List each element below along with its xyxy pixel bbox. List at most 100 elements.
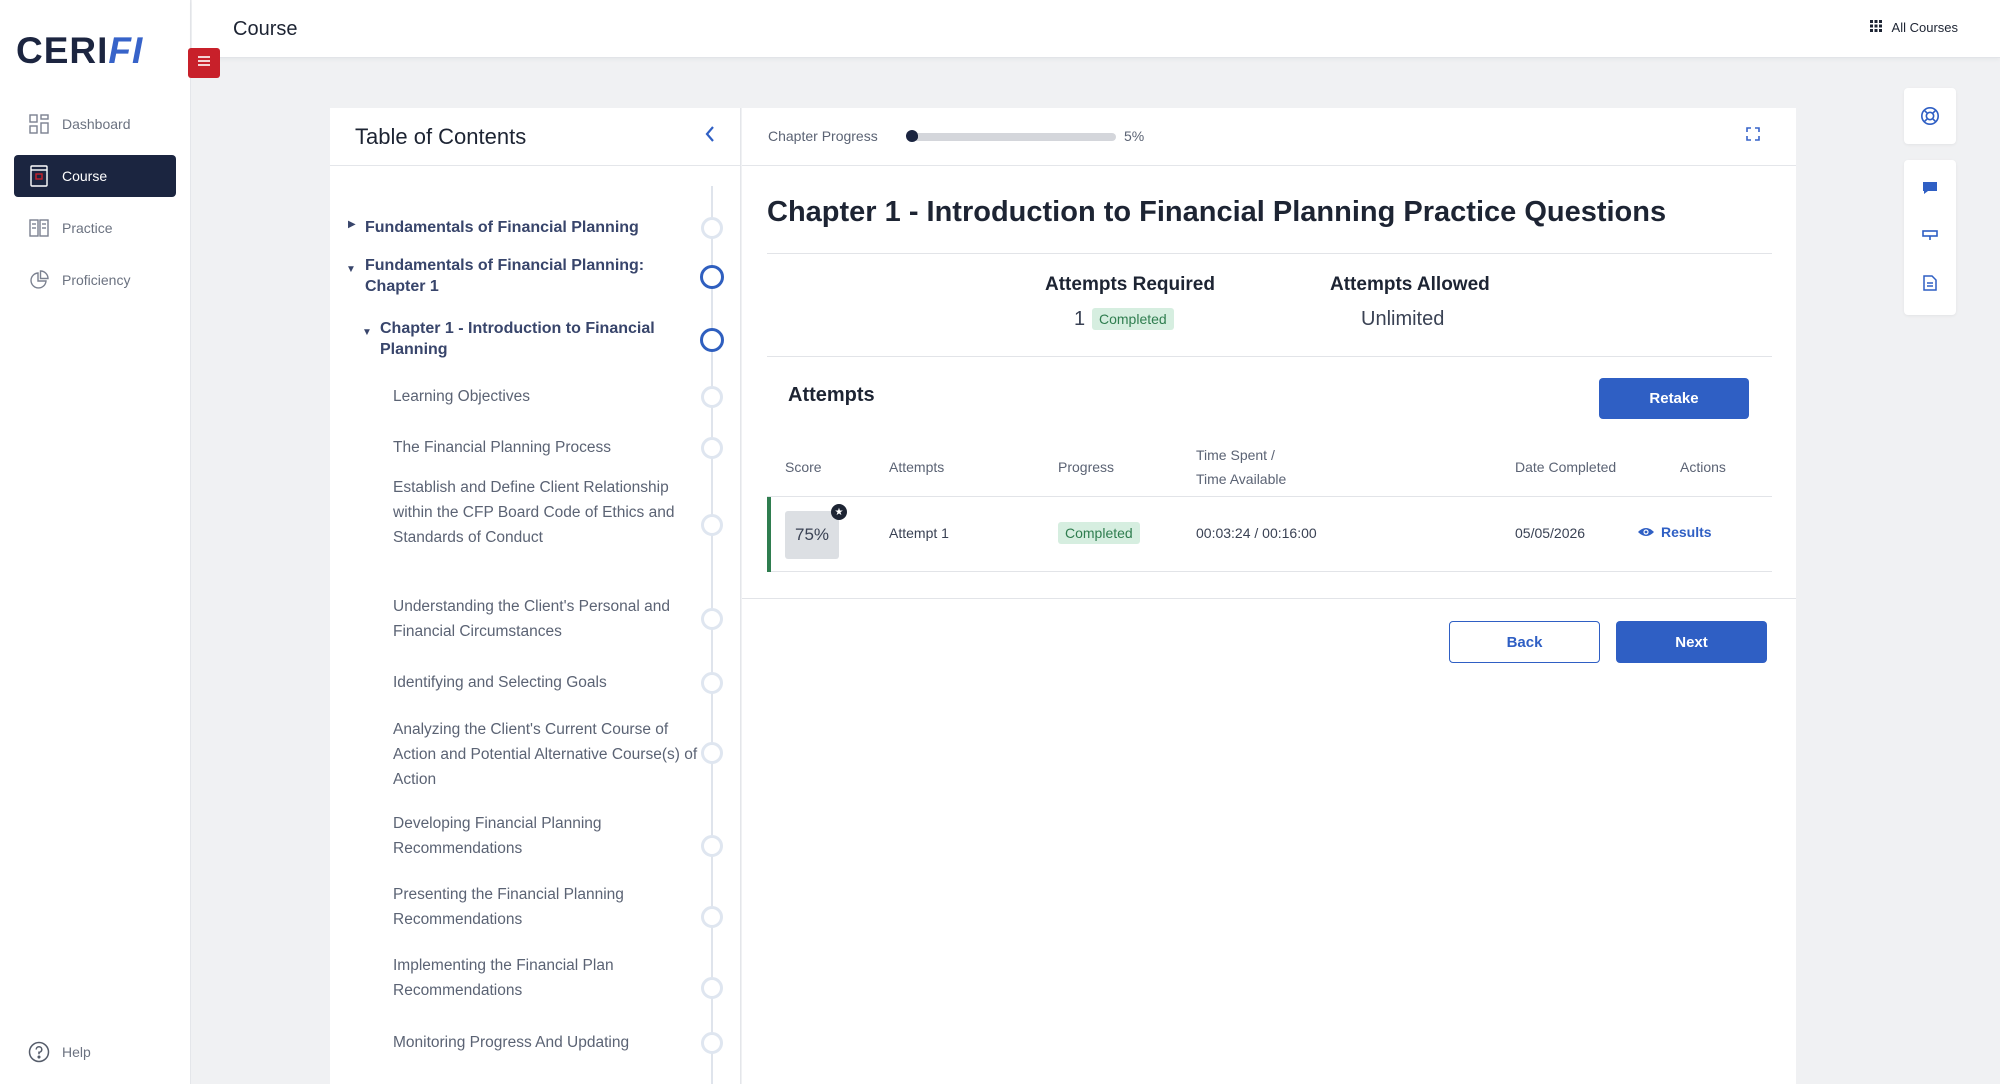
status-circle-icon — [701, 1032, 723, 1054]
toc-item[interactable]: ▼ Chapter 1 - Introduction to Financial … — [330, 318, 740, 364]
column-header-date-completed: Date Completed — [1515, 459, 1617, 475]
toc-item-label: Monitoring Progress And Updating — [393, 1034, 630, 1051]
results-link[interactable]: Results — [1637, 524, 1712, 540]
attempts-required-label: Attempts Required — [1045, 274, 1215, 295]
attempts-allowed-value: Unlimited — [1361, 308, 1445, 330]
toc-item-label: Fundamentals of Financial Planning — [365, 219, 639, 236]
next-button[interactable]: Next — [1616, 621, 1767, 663]
retake-button[interactable]: Retake — [1599, 378, 1749, 419]
chat-icon[interactable] — [1920, 178, 1940, 198]
attempt-name: Attempt 1 — [889, 525, 949, 541]
toc-title: Table of Contents — [355, 123, 527, 149]
caret-down-icon: ▼ — [362, 327, 372, 338]
sidebar-item-dashboard[interactable]: Dashboard — [14, 103, 176, 145]
sidebar-item-label: Dashboard — [62, 116, 131, 132]
sidebar-item-label: Proficiency — [62, 272, 131, 288]
top-bar: Course All Courses — [192, 0, 2000, 58]
progress-status-badge: Completed — [1058, 522, 1140, 544]
status-circle-icon — [701, 742, 723, 764]
toc-item[interactable]: Presenting the Financial Planning Recomm… — [330, 880, 740, 934]
help-link[interactable]: Help — [28, 1041, 91, 1063]
toc-item-label: Fundamentals of Financial Planning: Chap… — [365, 257, 645, 295]
table-row: 75% ★ Attempt 1 Completed 00:03:24 / 00:… — [767, 497, 1772, 572]
expand-button[interactable] — [1746, 127, 1760, 145]
caret-down-icon: ▼ — [346, 264, 356, 275]
time-spent-value: 00:03:24 / 00:16:00 — [1196, 525, 1317, 541]
page-title: Course — [233, 18, 298, 40]
toc-item[interactable]: Understanding the Client's Personal and … — [330, 592, 740, 646]
book-icon — [28, 165, 50, 187]
status-circle-icon — [701, 977, 723, 999]
expand-icon — [1746, 127, 1760, 141]
pie-chart-icon — [28, 269, 50, 291]
chapter-title: Chapter 1 - Introduction to Financial Pl… — [767, 196, 1667, 228]
collapse-toc-button[interactable] — [704, 125, 716, 148]
status-circle-icon — [701, 386, 723, 408]
star-icon: ★ — [831, 504, 847, 520]
sidebar-item-practice[interactable]: Practice — [14, 207, 176, 249]
toc-item-label: Understanding the Client's Personal and … — [393, 598, 670, 640]
column-header-progress: Progress — [1058, 459, 1115, 475]
toc-item-label: Implementing the Financial Plan Recommen… — [393, 957, 614, 999]
status-circle-icon — [701, 835, 723, 857]
column-header-actions: Actions — [1680, 459, 1726, 475]
toc-item[interactable]: Establish and Define Client Relationship… — [330, 471, 740, 575]
help-label: Help — [62, 1044, 91, 1060]
chapter-panel: Chapter Progress 5% Chapter 1 - Introduc… — [742, 108, 1796, 1084]
lifebuoy-icon[interactable] — [1920, 106, 1940, 126]
attempts-required-value: 1 — [1074, 308, 1086, 330]
table-of-contents: Table of Contents ▶ Fundamentals of Fina… — [330, 108, 741, 1084]
toc-item[interactable]: Analyzing the Client's Current Course of… — [330, 713, 740, 793]
results-link-label: Results — [1661, 524, 1712, 540]
all-courses-label: All Courses — [1891, 20, 1958, 35]
toc-item[interactable]: Monitoring Progress And Updating — [330, 1026, 740, 1060]
hamburger-icon — [197, 54, 211, 72]
eye-icon — [1638, 528, 1654, 536]
toc-item[interactable]: ▶ Fundamentals of Financial Planning — [330, 213, 740, 243]
column-header-time-spent: Time Spent / — [1196, 447, 1275, 463]
sidebar-item-course[interactable]: Course — [14, 155, 176, 197]
column-header-score: Score — [785, 459, 822, 475]
toc-item[interactable]: Identifying and Selecting Goals — [330, 666, 740, 700]
help-icon — [28, 1041, 50, 1063]
logo-main: CERI — [16, 30, 109, 71]
tools-panel — [1904, 160, 1956, 315]
attempts-required-status-badge: Completed — [1092, 308, 1174, 330]
chevron-left-icon — [705, 126, 714, 142]
score-badge: 75% — [785, 511, 839, 559]
chapter-progress-knob — [906, 130, 918, 142]
toc-item[interactable]: The Financial Planning Process — [330, 431, 740, 465]
brand-logo[interactable]: CERIFI — [16, 30, 143, 72]
back-button[interactable]: Back — [1449, 621, 1600, 663]
notes-icon[interactable] — [1920, 273, 1940, 293]
status-circle-icon — [701, 608, 723, 630]
support-tool — [1904, 88, 1956, 144]
sidebar-item-label: Practice — [62, 220, 113, 236]
sidebar-item-proficiency[interactable]: Proficiency — [14, 259, 176, 301]
toc-item[interactable]: Developing Financial Planning Recommenda… — [330, 809, 740, 863]
chapter-progress-percent: 5% — [1124, 128, 1145, 144]
chapter-progress-track — [908, 133, 1116, 141]
column-header-time-available: Time Available — [1196, 471, 1287, 487]
divider — [767, 356, 1772, 357]
toc-item-label: Identifying and Selecting Goals — [393, 674, 607, 691]
toc-item-label: Analyzing the Client's Current Course of… — [393, 721, 698, 788]
caret-right-icon: ▶ — [348, 219, 356, 230]
toc-item-label: Establish and Define Client Relationship… — [393, 479, 675, 546]
all-courses-button[interactable]: All Courses — [1869, 20, 1958, 35]
divider — [742, 598, 1796, 599]
toc-item[interactable]: ▼ Fundamentals of Financial Planning: Ch… — [330, 255, 740, 301]
menu-toggle-button[interactable] — [188, 48, 220, 78]
highlighter-icon[interactable] — [1920, 225, 1940, 245]
sidebar: CERIFI Dashboard Course Practice Profici… — [0, 0, 191, 1084]
toc-item[interactable]: Implementing the Financial Plan Recommen… — [330, 951, 740, 1005]
toc-item-label: Learning Objectives — [393, 388, 530, 405]
toc-item-label: Presenting the Financial Planning Recomm… — [393, 886, 624, 928]
status-circle-icon — [701, 437, 723, 459]
status-circle-icon — [700, 328, 724, 352]
dashboard-icon — [28, 113, 50, 135]
practice-icon — [28, 217, 50, 239]
status-circle-icon — [701, 906, 723, 928]
sidebar-item-label: Course — [62, 168, 108, 184]
toc-item[interactable]: Learning Objectives — [330, 380, 740, 414]
